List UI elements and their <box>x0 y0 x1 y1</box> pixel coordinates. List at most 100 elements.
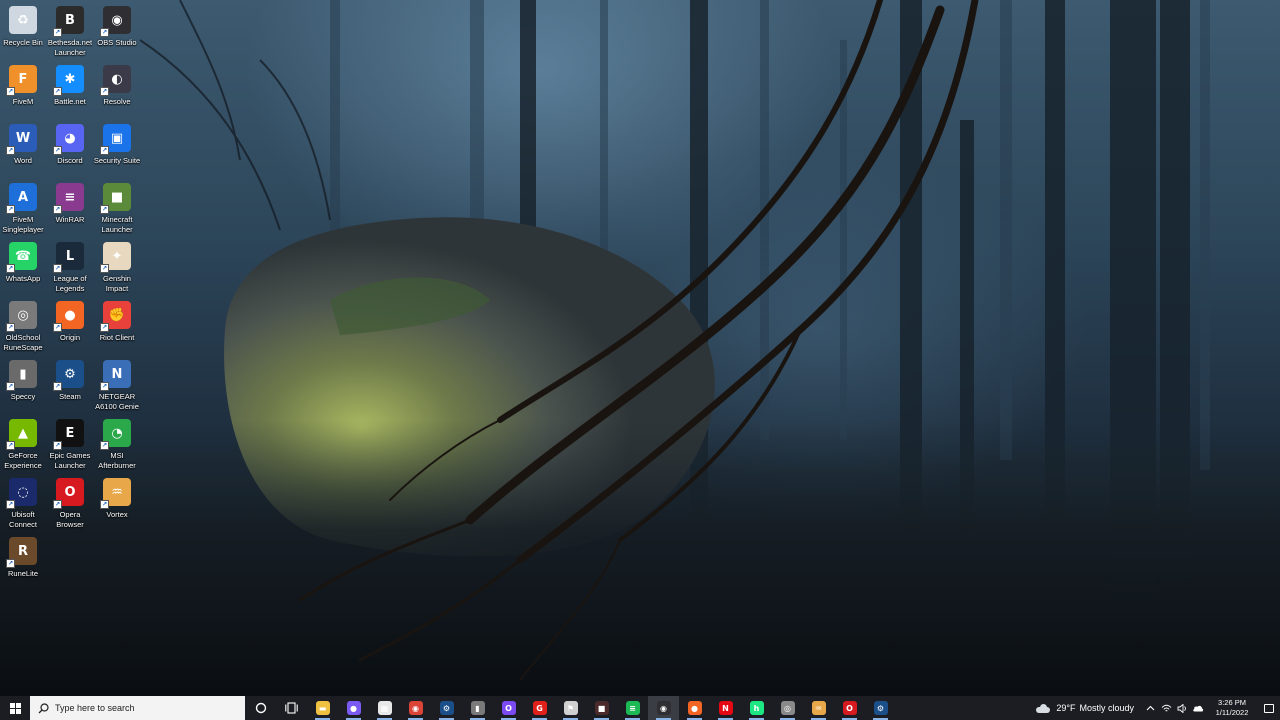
shortcut-arrow-icon: ↗ <box>100 87 109 96</box>
shortcut-arrow-icon: ↗ <box>6 382 15 391</box>
resolve-icon: ◐ ↗ <box>100 65 131 96</box>
battlenet-icon: ✱ ↗ <box>53 65 84 96</box>
taskbar-app-netflix[interactable]: N <box>710 696 741 720</box>
volume-speaker-icon[interactable] <box>1175 696 1189 720</box>
desktop-icon-minecraft[interactable]: ■ ↗ Minecraft Launcher <box>94 179 140 235</box>
desktop-icon-word[interactable]: W ↗ Word <box>0 120 46 176</box>
desktop-icon-battlenet[interactable]: ✱ ↗ Battle.net <box>47 61 93 117</box>
cloud-icon <box>1035 703 1051 713</box>
garena-icon: G <box>532 701 547 715</box>
taskbar-app-corsair[interactable]: ⚑ <box>555 696 586 720</box>
taskbar-search-box[interactable] <box>30 696 245 720</box>
desktop-icon-obs[interactable]: ◉ ↗ OBS Studio <box>94 2 140 58</box>
desktop-icon-fivem-singleplayer[interactable]: A ↗ FiveM Singleplayer <box>0 179 46 235</box>
pinned-apps: ▬ ● ▦ ◉ ⚙ ▮ O G ⚑ ■ ≡ ◉ ● Nh ◎ ♒ O ⚙ <box>307 696 896 720</box>
desktop-icon-runescape[interactable]: ◎ ↗ OldSchool RuneScape <box>0 297 46 353</box>
taskbar-app-spotify[interactable]: ≡ <box>617 696 648 720</box>
onedrive-cloud-icon[interactable] <box>1191 696 1205 720</box>
clock-time: 3:26 PM <box>1218 698 1246 707</box>
desktop-icon-runelite[interactable]: R ↗ RuneLite <box>0 533 46 589</box>
app-icon: ■ <box>594 701 609 715</box>
shortcut-arrow-icon: ↗ <box>6 264 15 273</box>
shortcut-arrow-icon: ↗ <box>100 441 109 450</box>
origin-icon: ● ↗ <box>53 301 84 332</box>
taskbar-app-steam[interactable]: ⚙ <box>431 696 462 720</box>
desktop-icon-label: Vortex <box>106 510 128 519</box>
system-clock[interactable]: 3:26 PM 1/11/2022 <box>1212 698 1252 718</box>
chevron-up-icon[interactable] <box>1143 696 1157 720</box>
shortcut-arrow-icon: ↗ <box>53 441 62 450</box>
shortcut-arrow-icon: ↗ <box>100 323 109 332</box>
word-icon: W ↗ <box>6 124 37 155</box>
taskbar-app-garena[interactable]: G <box>524 696 555 720</box>
taskbar-app-opera-gx[interactable]: O <box>493 696 524 720</box>
taskbar-app-origin[interactable]: ● <box>679 696 710 720</box>
search-icon <box>38 702 49 713</box>
origin-icon: ● <box>687 701 702 715</box>
taskbar-app-chrome[interactable]: ◉ <box>400 696 431 720</box>
shortcut-arrow-icon: ↗ <box>6 87 15 96</box>
notification-icon <box>1264 703 1274 713</box>
weather-condition: Mostly cloudy <box>1079 703 1134 713</box>
desktop-icon-netgear[interactable]: N ↗ NETGEAR A6100 Genie <box>94 356 140 412</box>
shortcut-arrow-icon: ↗ <box>100 205 109 214</box>
vortex-icon: ♒ ↗ <box>100 478 131 509</box>
netgear-icon: N ↗ <box>100 360 131 391</box>
taskbar-app-app[interactable]: ■ <box>586 696 617 720</box>
msi-afterburner-icon: ◔ ↗ <box>100 419 131 450</box>
runescape-icon: ◎ ↗ <box>6 301 37 332</box>
search-input[interactable] <box>55 703 235 713</box>
desktop-icon-riot[interactable]: ✊ ↗ Riot Client <box>94 297 140 353</box>
taskbar-app-obs[interactable]: ◉ <box>648 696 679 720</box>
taskbar-app-steam[interactable]: ⚙ <box>865 696 896 720</box>
desktop-icon-opera[interactable]: O ↗ Opera Browser <box>47 474 93 530</box>
taskbar-app-file-explorer[interactable]: ▬ <box>307 696 338 720</box>
desktop-icon-msi-afterburner[interactable]: ◔ ↗ MSI Afterburner <box>94 415 140 471</box>
start-button[interactable] <box>0 696 30 720</box>
desktop-icon-vortex[interactable]: ♒ ↗ Vortex <box>94 474 140 530</box>
taskbar-app-store[interactable]: ▦ <box>369 696 400 720</box>
spotify-icon: ≡ <box>625 701 640 715</box>
network-wifi-icon[interactable] <box>1159 696 1173 720</box>
chrome-icon: ◉ <box>408 701 423 715</box>
cortana-button[interactable] <box>245 696 276 720</box>
weather-widget[interactable]: 29°F Mostly cloudy <box>1035 703 1134 713</box>
desktop-icon-security-suite[interactable]: ▣ ↗ Security Suite <box>94 120 140 176</box>
taskbar-app-speccy[interactable]: ▮ <box>462 696 493 720</box>
file-explorer-icon: ▬ <box>315 701 330 715</box>
desktop-icon-label: Riot Client <box>99 333 135 342</box>
desktop-icon-label: Minecraft Launcher <box>101 215 133 234</box>
speccy-icon: ▮ ↗ <box>6 360 37 391</box>
clock-date: 1/11/2022 <box>1215 708 1249 717</box>
bethesda-icon: B ↗ <box>53 6 84 37</box>
desktop-icon-label: Resolve <box>103 97 131 106</box>
steam-icon: ⚙ <box>873 701 888 715</box>
desktop-icon-genshin[interactable]: ✦ ↗ Genshin Impact <box>94 238 140 294</box>
desktop-icon-fivem[interactable]: F ↗ FiveM <box>0 61 46 117</box>
desktop-icon-bethesda[interactable]: B ↗ Bethesda.net Launcher <box>47 2 93 58</box>
desktop-icon-resolve[interactable]: ◐ ↗ Resolve <box>94 61 140 117</box>
taskbar-app-runescape[interactable]: ◎ <box>772 696 803 720</box>
desktop-icon-speccy[interactable]: ▮ ↗ Speccy <box>0 356 46 412</box>
desktop-icon-label: Genshin Impact <box>103 274 131 293</box>
task-view-icon <box>285 702 298 714</box>
genshin-icon: ✦ ↗ <box>100 242 131 273</box>
shortcut-arrow-icon: ↗ <box>6 323 15 332</box>
cortana-circle-icon <box>255 702 266 714</box>
desktop-icon-label: OBS Studio <box>97 38 137 47</box>
task-view-button[interactable] <box>276 696 307 720</box>
recycle-bin-icon: ♻ <box>9 6 37 34</box>
geforce-icon: ▲ ↗ <box>6 419 37 450</box>
desktop-icon-origin[interactable]: ● ↗ Origin <box>47 297 93 353</box>
shortcut-arrow-icon: ↗ <box>100 28 109 37</box>
desktop-icon-label: MSI Afterburner <box>98 451 136 470</box>
taskbar-app-messenger[interactable]: ● <box>338 696 369 720</box>
taskbar-app-hulu[interactable]: h <box>741 696 772 720</box>
taskbar-app-vortex[interactable]: ♒ <box>803 696 834 720</box>
shortcut-arrow-icon: ↗ <box>100 264 109 273</box>
desktop-icon-discord[interactable]: ◕ ↗ Discord <box>47 120 93 176</box>
taskbar-app-opera[interactable]: O <box>834 696 865 720</box>
shortcut-arrow-icon: ↗ <box>6 146 15 155</box>
vortex-icon: ♒ <box>811 701 826 715</box>
notification-center-button[interactable] <box>1258 696 1280 720</box>
